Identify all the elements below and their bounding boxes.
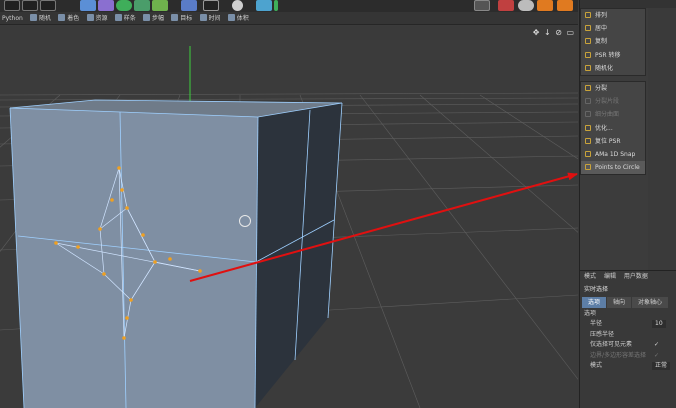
menu-item-subdivide: 细分曲面 [581, 108, 645, 121]
center-icon [585, 25, 591, 32]
tab-axis[interactable]: 轴向 [607, 297, 632, 308]
prop-pressure-radius: 压感半径 [590, 330, 615, 338]
bulb-icon[interactable] [274, 0, 278, 11]
optimize-icon [585, 124, 591, 131]
arrange-icon [585, 12, 591, 18]
pen-icon[interactable] [98, 0, 114, 11]
menu-item-points-to-circle[interactable]: Points to Circle [581, 161, 645, 175]
array-icon[interactable] [134, 0, 150, 11]
layout-icon[interactable] [474, 0, 490, 11]
duplicate-icon [585, 38, 591, 45]
prop-visible-only: 仅选择可见元素 ✓ [580, 340, 676, 351]
spline-icon [114, 14, 122, 21]
menu-target[interactable]: 目标 [169, 12, 195, 24]
subdivision-icon[interactable] [116, 0, 132, 11]
attr-menu-userdata[interactable]: 用户数据 [624, 273, 648, 280]
scene-icon[interactable] [518, 0, 534, 11]
section-options-heading: 选项 [584, 310, 597, 317]
clapboard-icon[interactable] [40, 0, 56, 11]
attribute-tabs: 选项 轴向 对象轴心 [580, 297, 676, 308]
right-panel: 排列 居中 复制 PSR 转移 随机化 分裂 分裂片段 细分曲面 优化... 复… [579, 0, 676, 408]
menu-stride[interactable]: 步幅 [141, 12, 167, 24]
attribute-menu: 模式 编辑 用户数据 [580, 271, 676, 283]
time-icon [199, 14, 207, 21]
top-toolbar-icons [0, 0, 578, 12]
plugin-dropdown-menu: 排列 居中 复制 PSR 转移 随机化 分裂 分裂片段 细分曲面 优化... 复… [580, 8, 646, 176]
tolerance-checkbox: ✓ [654, 351, 660, 359]
subdivide-icon [585, 111, 591, 118]
menu-item-transfer-psr[interactable]: PSR 转移 [581, 49, 645, 62]
menu-item-split-segments: 分裂片段 [581, 95, 645, 108]
reset-psr-icon [585, 137, 591, 144]
random-icon [30, 14, 38, 21]
snap-icon[interactable] [498, 0, 514, 11]
menu-random[interactable]: 随机 [28, 12, 54, 24]
attr-menu-mode[interactable]: 模式 [584, 273, 596, 280]
viewport-header: ✥ ↓ ⊘ ▭ [0, 26, 578, 40]
menu-item-ama-1d-snap[interactable]: AMa 1D Snap [581, 148, 645, 161]
floor-icon[interactable] [181, 0, 197, 11]
menu-asset[interactable]: 资源 [85, 12, 111, 24]
cube-icon[interactable] [80, 0, 96, 11]
mode-select[interactable]: 正常 [652, 362, 671, 370]
cube-mesh[interactable] [9, 99, 343, 408]
visible-only-checkbox[interactable]: ✓ [654, 340, 659, 351]
menu-volume[interactable]: 体积 [226, 12, 252, 24]
snap-icon [585, 150, 591, 157]
stride-icon [143, 14, 151, 21]
sky-icon[interactable] [256, 0, 272, 11]
attribute-title: 实时选择 [584, 286, 609, 293]
deformer-icon[interactable] [152, 0, 168, 11]
randomize-icon [585, 64, 591, 71]
tab-options[interactable]: 选项 [582, 297, 607, 308]
camera-icon[interactable] [203, 0, 219, 11]
menu-spline[interactable]: 样条 [113, 12, 139, 24]
split-icon [585, 84, 591, 91]
tab-object-axis[interactable]: 对象轴心 [632, 297, 669, 308]
menu-item-duplicate[interactable]: 复制 [581, 35, 645, 48]
menu-item-arrange[interactable]: 排列 [581, 9, 645, 22]
light-icon[interactable] [232, 0, 243, 11]
menu-item-optimize[interactable]: 优化... [581, 122, 645, 135]
asset-icon [86, 14, 94, 21]
attribute-manager: 模式 编辑 用户数据 实时选择 选项 轴向 对象轴心 选项 半径 10 压感半径… [580, 270, 676, 408]
attr-menu-edit[interactable]: 编辑 [604, 273, 616, 280]
viewport-3d[interactable] [0, 40, 578, 408]
menu-shader[interactable]: 着色 [56, 12, 82, 24]
circle-icon [585, 164, 591, 171]
axis-icon[interactable] [557, 0, 573, 11]
menu-group-2: 分裂 分裂片段 细分曲面 优化... 复位 PSR AMa 1D Snap Po… [580, 80, 646, 176]
prop-boundary-tolerance: 边界/多边形容差选择 ✓ [580, 351, 676, 362]
menu-item-randomize[interactable]: 随机化 [581, 62, 645, 75]
object-manager-area [648, 8, 676, 273]
menu-item-center[interactable]: 居中 [581, 22, 645, 35]
clapboard-icon[interactable] [22, 0, 38, 11]
split-segments-icon [585, 98, 591, 105]
radius-field[interactable]: 10 [652, 320, 666, 328]
plugin-menubar: Python 随机 着色 资源 样条 步幅 目标 时间 体积 [0, 12, 578, 25]
menu-item-reset-psr[interactable]: 复位 PSR [581, 135, 645, 148]
volume-icon [227, 14, 235, 21]
prop-mode: 模式 正常 [580, 361, 676, 372]
tools-icon[interactable] [537, 0, 553, 11]
transfer-icon [585, 51, 591, 58]
menu-python[interactable]: Python [0, 12, 26, 24]
panel-top-strip [580, 0, 676, 8]
target-icon [171, 14, 179, 21]
menu-group-1: 排列 居中 复制 PSR 转移 随机化 [580, 8, 646, 76]
menu-time[interactable]: 时间 [198, 12, 224, 24]
shader-icon [58, 14, 66, 21]
clapboard-icon[interactable] [4, 0, 20, 11]
menu-item-split[interactable]: 分裂 [581, 82, 645, 95]
viewport-nav-icons[interactable]: ✥ ↓ ⊘ ▭ [533, 28, 575, 37]
prop-radius: 半径 10 [580, 319, 676, 330]
